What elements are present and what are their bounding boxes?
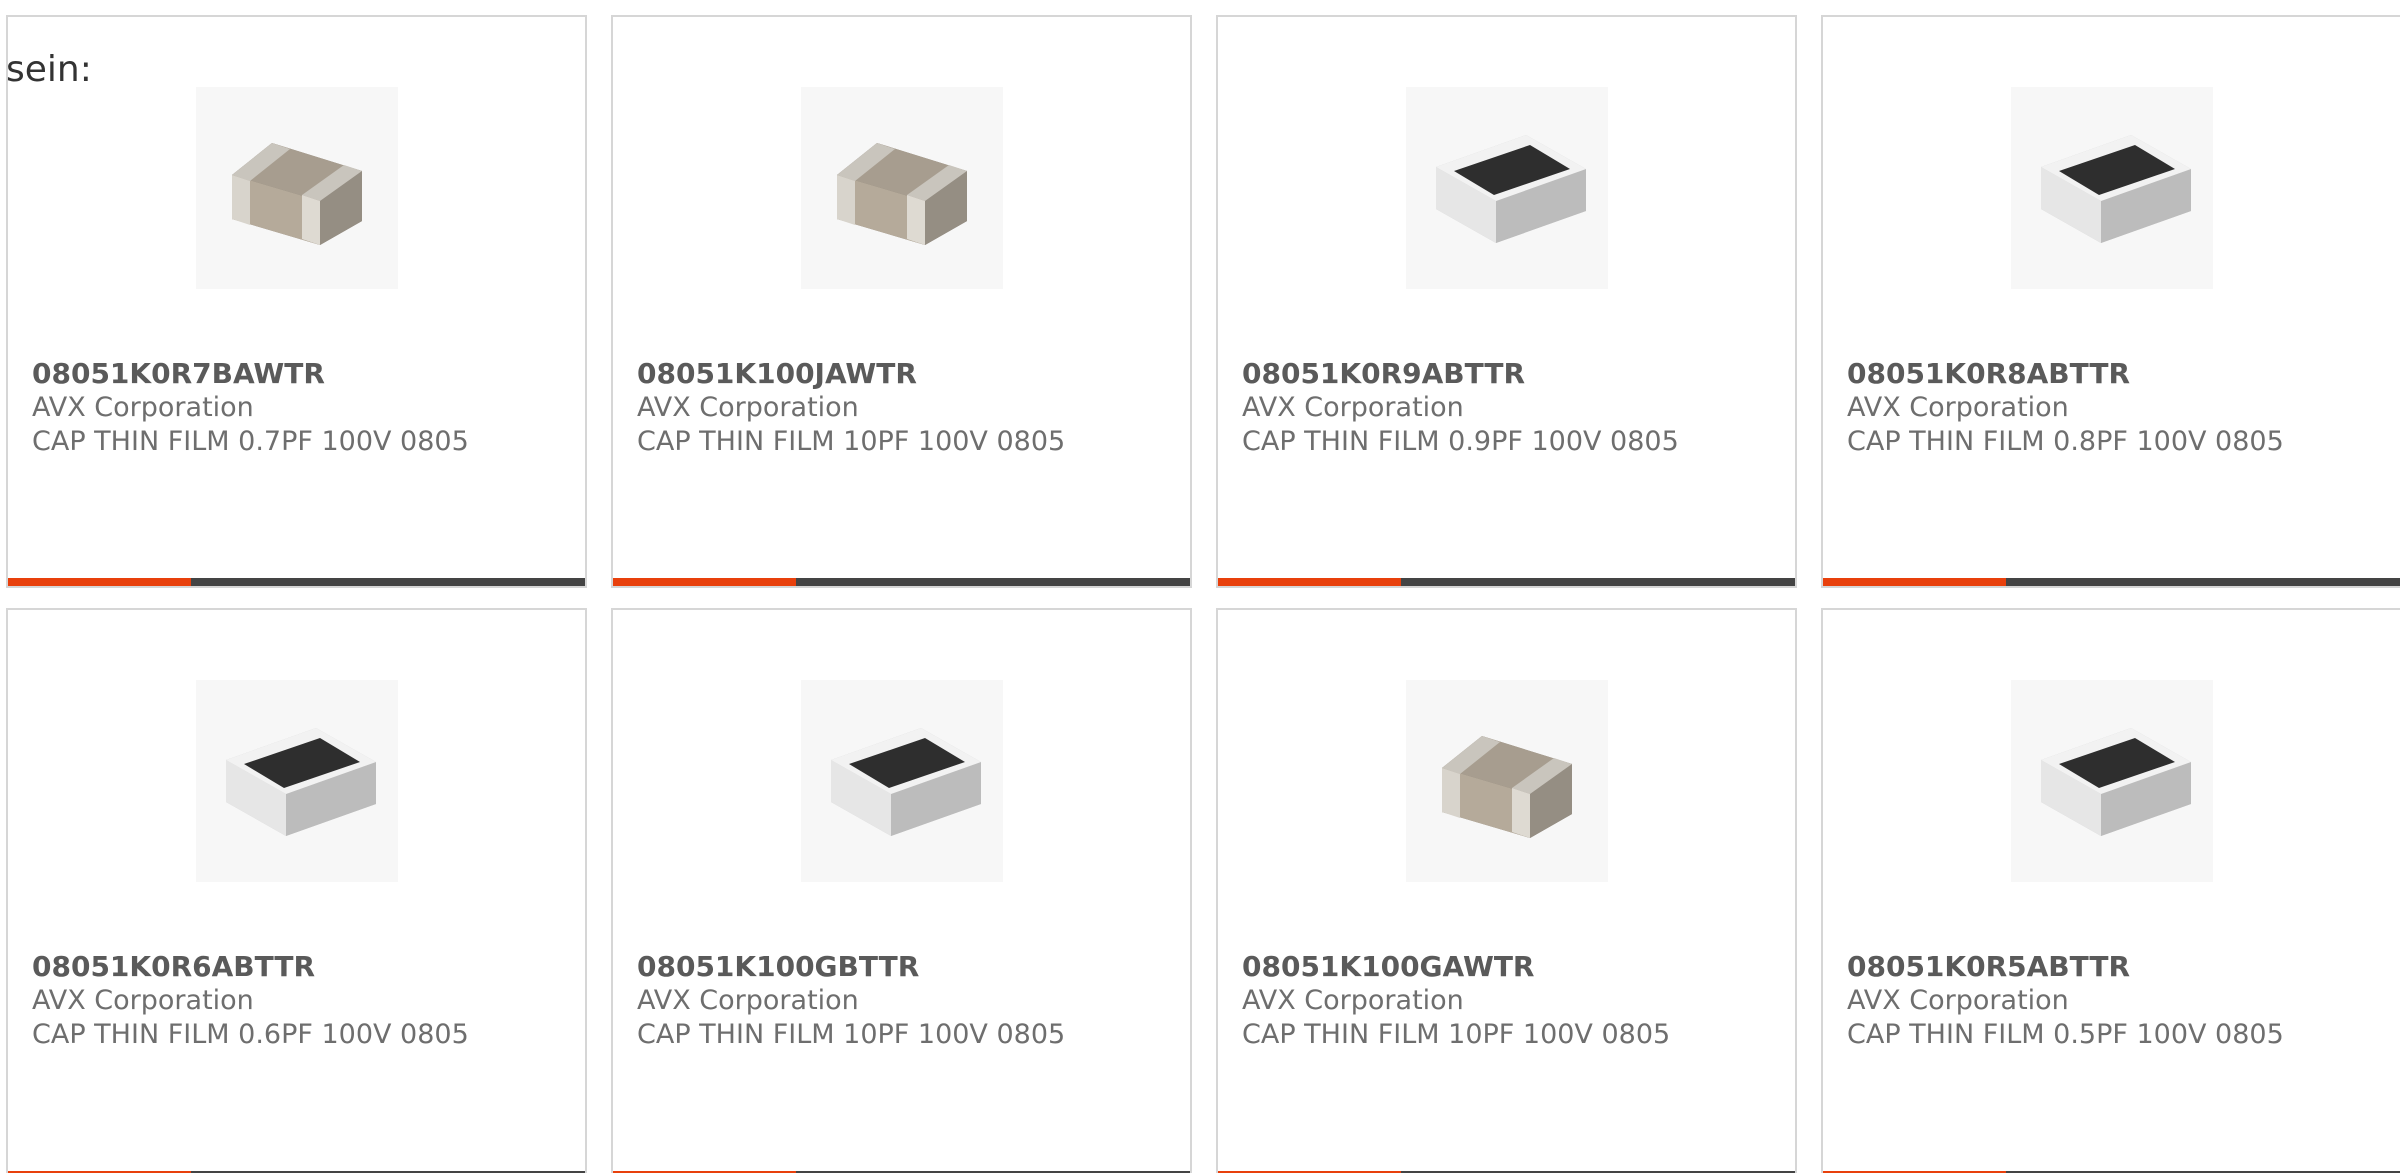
product-image[interactable] bbox=[1405, 680, 1608, 882]
description: CAP THIN FILM 10PF 100V 0805 bbox=[637, 1019, 1066, 1050]
part-number[interactable]: 08051K0R8ABTTR bbox=[1847, 357, 2388, 391]
product-grid: 08051K0R7BAWTR AVX Corporation CAP THIN … bbox=[6, 15, 2400, 1173]
chip-capacitor-thin-film-icon bbox=[2040, 728, 2191, 836]
description: CAP THIN FILM 0.5PF 100V 0805 bbox=[1847, 1019, 2284, 1050]
product-card[interactable]: 08051K100GBTTR AVX Corporation CAP THIN … bbox=[611, 608, 1192, 1173]
manufacturer: AVX Corporation bbox=[1847, 392, 2069, 423]
description: CAP THIN FILM 0.8PF 100V 0805 bbox=[1847, 426, 2284, 457]
product-image[interactable] bbox=[195, 680, 398, 882]
part-number[interactable]: 08051K0R7BAWTR bbox=[32, 357, 573, 391]
manufacturer: AVX Corporation bbox=[637, 985, 859, 1016]
manufacturer: AVX Corporation bbox=[32, 392, 254, 423]
manufacturer: AVX Corporation bbox=[1847, 985, 2069, 1016]
description: CAP THIN FILM 0.6PF 100V 0805 bbox=[32, 1019, 469, 1050]
part-number[interactable]: 08051K100JAWTR bbox=[637, 357, 1178, 391]
product-image[interactable] bbox=[2010, 87, 2213, 289]
product-image[interactable] bbox=[800, 680, 1003, 882]
product-card[interactable]: 08051K0R6ABTTR AVX Corporation CAP THIN … bbox=[6, 608, 587, 1173]
chip-capacitor-ceramic-icon bbox=[836, 143, 967, 245]
part-number[interactable]: 08051K0R6ABTTR bbox=[32, 950, 573, 984]
product-card[interactable]: 08051K0R8ABTTR AVX Corporation CAP THIN … bbox=[1821, 15, 2400, 588]
product-card[interactable]: 08051K100GAWTR AVX Corporation CAP THIN … bbox=[1216, 608, 1797, 1173]
product-card[interactable]: 08051K0R5ABTTR AVX Corporation CAP THIN … bbox=[1821, 608, 2400, 1173]
chip-capacitor-ceramic-icon bbox=[231, 143, 362, 245]
description: CAP THIN FILM 0.7PF 100V 0805 bbox=[32, 426, 469, 457]
part-number[interactable]: 08051K100GAWTR bbox=[1242, 950, 1783, 984]
chip-capacitor-thin-film-icon bbox=[1435, 135, 1586, 243]
product-image[interactable] bbox=[1405, 87, 1608, 289]
part-number[interactable]: 08051K0R5ABTTR bbox=[1847, 950, 2388, 984]
part-number[interactable]: 08051K100GBTTR bbox=[637, 950, 1178, 984]
intro-text: sein: bbox=[6, 49, 92, 90]
chip-capacitor-thin-film-icon bbox=[2040, 135, 2191, 243]
description: CAP THIN FILM 10PF 100V 0805 bbox=[637, 426, 1066, 457]
description: CAP THIN FILM 10PF 100V 0805 bbox=[1242, 1019, 1671, 1050]
card-bottom-bar bbox=[1823, 578, 2400, 586]
card-accent-bar bbox=[1218, 578, 1401, 586]
manufacturer: AVX Corporation bbox=[1242, 392, 1464, 423]
description: CAP THIN FILM 0.9PF 100V 0805 bbox=[1242, 426, 1679, 457]
product-image[interactable] bbox=[800, 87, 1003, 289]
product-image[interactable] bbox=[2010, 680, 2213, 882]
chip-capacitor-ceramic-icon bbox=[1441, 736, 1572, 838]
manufacturer: AVX Corporation bbox=[637, 392, 859, 423]
part-number[interactable]: 08051K0R9ABTTR bbox=[1242, 357, 1783, 391]
page: sein: 08051K0R7BAWTR AVX Corporation CAP… bbox=[0, 0, 2400, 1173]
chip-capacitor-thin-film-icon bbox=[225, 728, 376, 836]
manufacturer: AVX Corporation bbox=[1242, 985, 1464, 1016]
product-card[interactable]: 08051K0R7BAWTR AVX Corporation CAP THIN … bbox=[6, 15, 587, 588]
card-bottom-bar bbox=[1218, 578, 1795, 586]
card-accent-bar bbox=[1823, 578, 2006, 586]
chip-capacitor-thin-film-icon bbox=[830, 728, 981, 836]
product-card[interactable]: 08051K100JAWTR AVX Corporation CAP THIN … bbox=[611, 15, 1192, 588]
card-bottom-bar bbox=[8, 578, 585, 586]
manufacturer: AVX Corporation bbox=[32, 985, 254, 1016]
card-bottom-bar bbox=[613, 578, 1190, 586]
card-accent-bar bbox=[613, 578, 796, 586]
product-image[interactable] bbox=[195, 87, 398, 289]
product-card[interactable]: 08051K0R9ABTTR AVX Corporation CAP THIN … bbox=[1216, 15, 1797, 588]
card-accent-bar bbox=[8, 578, 191, 586]
